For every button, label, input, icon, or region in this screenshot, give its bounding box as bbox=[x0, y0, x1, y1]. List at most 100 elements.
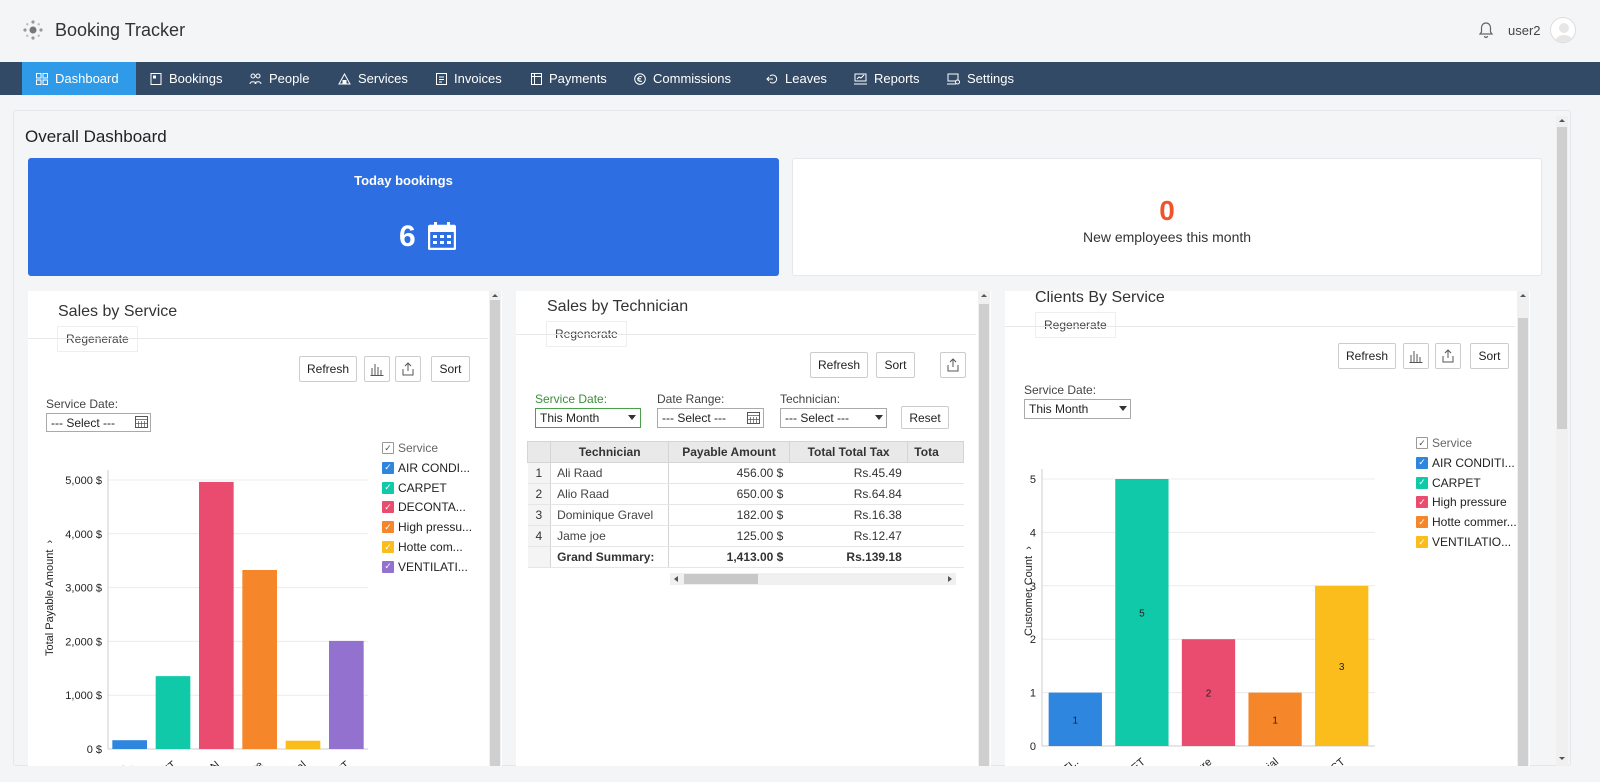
legend-item[interactable]: ✓ Hotte commer... bbox=[1416, 515, 1517, 529]
technician-select[interactable]: --- Select --- bbox=[780, 408, 887, 428]
user-avatar[interactable] bbox=[1550, 17, 1576, 43]
table-row[interactable]: 2 Alio Raad 650.00 $ Rs.64.84 bbox=[527, 483, 964, 505]
legend-item[interactable]: ✓ CARPET bbox=[382, 481, 447, 495]
nav-settings[interactable]: Settings bbox=[933, 62, 1014, 95]
payable-amount-cell: 125.00 $ bbox=[668, 525, 790, 547]
panel-scroll-up-icon[interactable] bbox=[978, 291, 990, 299]
date-picker-icon[interactable] bbox=[747, 411, 760, 424]
panel-scroll-up-icon[interactable] bbox=[1517, 291, 1529, 299]
checkbox-icon[interactable]: ✓ bbox=[1416, 516, 1428, 529]
x-tick-label: ial bbox=[1265, 756, 1281, 766]
panel-scrollbar[interactable] bbox=[979, 304, 989, 766]
column-header-total[interactable]: Tota bbox=[907, 441, 964, 463]
data-label: 1 bbox=[1272, 715, 1278, 726]
checkbox-icon[interactable]: ✓ bbox=[1416, 456, 1428, 469]
service-date-select[interactable]: This Month bbox=[535, 408, 641, 428]
people-icon bbox=[249, 73, 262, 84]
legend-item[interactable]: ✓ VENTILATIO... bbox=[1416, 535, 1511, 549]
scroll-left-icon[interactable] bbox=[671, 574, 681, 584]
user-name[interactable]: user2 bbox=[1508, 23, 1541, 38]
legend-item[interactable]: ✓ AIR CONDI... bbox=[382, 461, 470, 475]
legend-item[interactable]: ✓ DECONTA... bbox=[382, 500, 466, 514]
reset-button[interactable]: Reset bbox=[901, 406, 949, 429]
nav-bookings[interactable]: Bookings bbox=[136, 62, 222, 95]
nav-leaves[interactable]: Leaves bbox=[752, 62, 827, 95]
nav-services-label: Services bbox=[358, 71, 408, 86]
checkbox-icon[interactable]: ✓ bbox=[382, 461, 394, 474]
panel-scroll-up-icon[interactable] bbox=[489, 291, 501, 299]
column-header-total-tax[interactable]: Total Total Tax bbox=[788, 441, 909, 463]
notification-bell-icon[interactable] bbox=[1478, 21, 1494, 39]
bar bbox=[285, 740, 321, 749]
checkbox-icon[interactable]: ✓ bbox=[382, 501, 394, 514]
grand-summary-row: Grand Summary: 1,413.00 $ Rs.139.18 bbox=[527, 546, 964, 568]
sales-by-technician-sort-button[interactable]: Sort bbox=[876, 352, 915, 378]
panel-scrollbar[interactable] bbox=[490, 300, 500, 766]
panel-scrollbar[interactable] bbox=[1518, 318, 1528, 766]
nav-services[interactable]: Services bbox=[324, 62, 408, 95]
nav-dashboard[interactable]: Dashboard bbox=[22, 62, 136, 95]
summary-label: Grand Summary: bbox=[550, 546, 670, 568]
page-scroll-up-icon[interactable] bbox=[1556, 116, 1568, 124]
legend-item[interactable]: ✓ AIR CONDITI... bbox=[1416, 456, 1515, 470]
checkbox-icon[interactable]: ✓ bbox=[1416, 476, 1428, 489]
checkbox-icon[interactable]: ✓ bbox=[382, 442, 394, 454]
checkbox-icon[interactable]: ✓ bbox=[382, 521, 394, 534]
today-bookings-label: Today bookings bbox=[354, 173, 453, 188]
nav-commissions[interactable]: Commissions bbox=[620, 62, 731, 95]
x-tick-label: ITI.. bbox=[1059, 756, 1081, 766]
scroll-right-icon[interactable] bbox=[945, 574, 955, 584]
column-header-technician[interactable]: Technician bbox=[550, 441, 670, 463]
page-scrollbar[interactable] bbox=[1557, 127, 1567, 429]
new-employees-card[interactable]: 0 New employees this month bbox=[792, 158, 1542, 276]
nav-payments[interactable]: Payments bbox=[517, 62, 607, 95]
checkbox-icon[interactable]: ✓ bbox=[382, 541, 394, 553]
legend-item[interactable]: ✓ Hotte com... bbox=[382, 540, 463, 554]
total-tax-cell: Rs.12.47 bbox=[789, 525, 908, 547]
legend-title[interactable]: ✓ Service bbox=[1416, 436, 1472, 450]
row-number-cell: 4 bbox=[527, 525, 552, 547]
nav-people-label: People bbox=[269, 71, 310, 86]
table-row[interactable]: 4 Jame joe 125.00 $ Rs.12.47 bbox=[527, 525, 964, 547]
legend-item[interactable]: ✓ High pressu... bbox=[382, 520, 472, 534]
payments-icon bbox=[531, 72, 542, 85]
legend-label: Hotte com... bbox=[398, 540, 463, 554]
table-hscrollbar[interactable] bbox=[684, 574, 758, 584]
summary-tax: Rs.139.18 bbox=[789, 546, 908, 568]
export-button[interactable] bbox=[940, 352, 966, 378]
clients-by-service-panel: Clients By Service Regenerate Refresh So… bbox=[1005, 291, 1530, 766]
leaves-icon bbox=[766, 74, 778, 83]
nav-invoices[interactable]: Invoices bbox=[422, 62, 502, 95]
page-scroll-down-icon[interactable] bbox=[1556, 755, 1568, 763]
summary-empty-cell bbox=[527, 546, 552, 568]
nav-people[interactable]: People bbox=[235, 62, 309, 95]
y-axis-title: Total Payable Amount › bbox=[44, 539, 56, 656]
table-row[interactable]: 3 Dominique Gravel 182.00 $ Rs.16.38 bbox=[527, 504, 964, 526]
legend-label: CARPET bbox=[1432, 475, 1481, 490]
sales-by-technician-refresh-button[interactable]: Refresh bbox=[810, 352, 868, 378]
invoices-icon bbox=[436, 72, 447, 85]
legend-item[interactable]: ✓ VENTILATI... bbox=[382, 560, 468, 574]
new-employees-value: 0 bbox=[1159, 195, 1175, 226]
checkbox-icon[interactable]: ✓ bbox=[382, 481, 394, 494]
checkbox-icon[interactable]: ✓ bbox=[1416, 437, 1428, 449]
checkbox-icon[interactable]: ✓ bbox=[1416, 496, 1428, 509]
payable-amount-cell: 650.00 $ bbox=[668, 483, 790, 505]
chevron-down-icon bbox=[628, 415, 636, 420]
column-header-payable-amount[interactable]: Payable Amount bbox=[668, 441, 790, 463]
checkbox-icon[interactable]: ✓ bbox=[382, 560, 394, 573]
legend-item[interactable]: ✓ High pressure bbox=[1416, 495, 1507, 509]
legend-item[interactable]: ✓ CARPET bbox=[1416, 476, 1481, 490]
x-tick-label: ON bbox=[202, 759, 222, 766]
today-bookings-card[interactable]: Today bookings 6 bbox=[28, 158, 779, 276]
checkbox-icon[interactable]: ✓ bbox=[1416, 536, 1428, 548]
avatar-icon bbox=[1555, 23, 1573, 42]
dashboard-icon bbox=[36, 72, 48, 85]
settings-icon bbox=[947, 73, 960, 84]
table-row[interactable]: 1 Ali Raad 456.00 $ Rs.45.49 bbox=[527, 462, 964, 484]
nav-settings-label: Settings bbox=[967, 71, 1014, 86]
legend-title[interactable]: ✓ Service bbox=[382, 441, 438, 455]
payable-amount-cell: 182.00 $ bbox=[668, 504, 790, 526]
data-label: 1 bbox=[1073, 715, 1079, 726]
nav-reports[interactable]: Reports bbox=[840, 62, 920, 95]
